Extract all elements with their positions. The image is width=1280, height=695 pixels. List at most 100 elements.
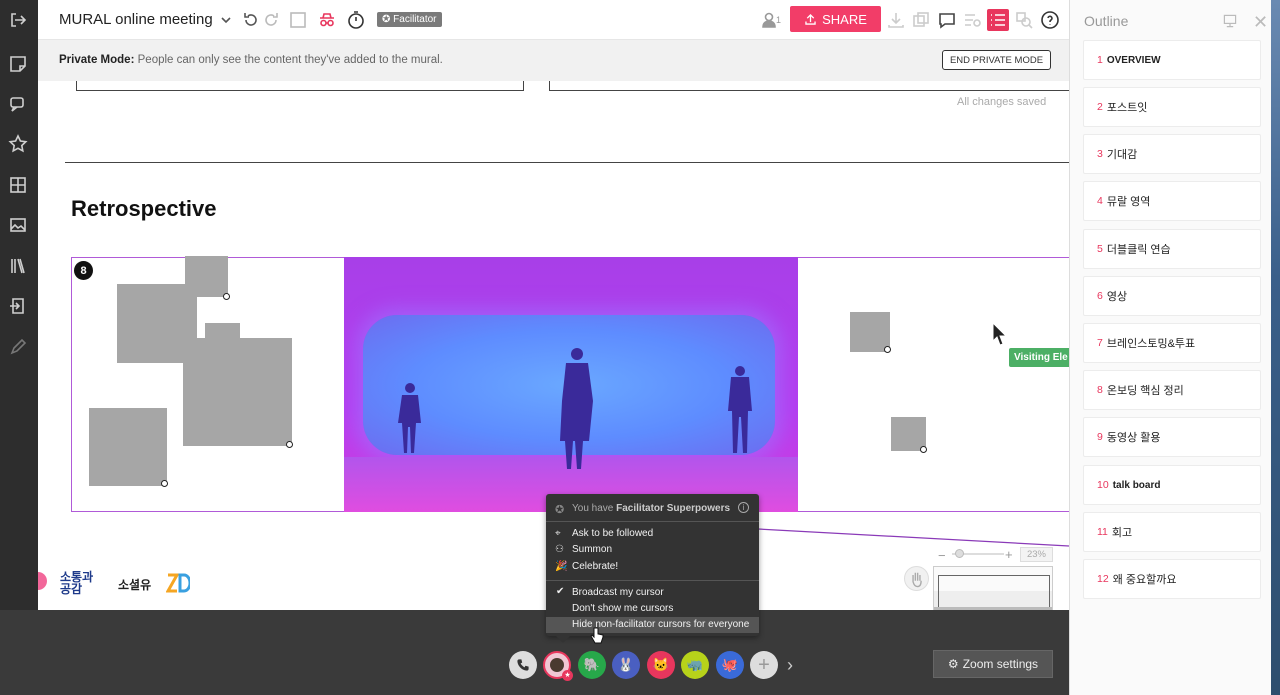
participant-octopus-avatar[interactable]: 🐙 bbox=[716, 651, 744, 679]
silhouettes bbox=[398, 348, 752, 469]
outline-item[interactable]: 8 온보딩 핵심 정리 bbox=[1083, 370, 1261, 410]
resize-handle[interactable] bbox=[286, 441, 293, 448]
resize-handle[interactable] bbox=[223, 293, 230, 300]
follow-icon: ⌖ bbox=[555, 528, 561, 539]
undo-icon[interactable] bbox=[240, 9, 262, 31]
sticky-note-icon[interactable] bbox=[6, 52, 30, 76]
hand-icon bbox=[912, 572, 922, 588]
resize-handle[interactable] bbox=[920, 446, 927, 453]
participant-elephant-avatar[interactable]: 🐘 bbox=[578, 651, 606, 679]
menu-item-broadcast-cursor[interactable]: Broadcast my cursor bbox=[572, 587, 664, 598]
zoom-out-button[interactable]: − bbox=[938, 548, 946, 563]
participant-count: 1 bbox=[776, 15, 782, 25]
outline-item[interactable]: 6 영상 bbox=[1083, 276, 1261, 316]
upload-icon bbox=[805, 13, 816, 25]
outline-item-label: 왜 중요할까요 bbox=[1112, 574, 1177, 586]
participant-rabbit-avatar[interactable]: 🐰 bbox=[612, 651, 640, 679]
outline-toggle-icon[interactable] bbox=[287, 9, 309, 31]
redo-icon[interactable] bbox=[260, 9, 282, 31]
outline-item-number: 3 bbox=[1097, 148, 1103, 160]
outline-item-number: 11 bbox=[1097, 526, 1108, 538]
star-icon[interactable] bbox=[6, 132, 30, 156]
gray-placeholder[interactable] bbox=[850, 312, 890, 352]
pen-icon[interactable] bbox=[6, 335, 30, 359]
participant-rhino-avatar[interactable]: 🦏 bbox=[681, 651, 709, 679]
logo-sotong-text: 소통과 공감 bbox=[60, 570, 94, 596]
outline-item[interactable]: 9 동영상 활용 bbox=[1083, 417, 1261, 457]
header-prefix: You have bbox=[572, 503, 617, 514]
outline-item-number: 7 bbox=[1097, 337, 1103, 349]
outline-item-label: 더블클릭 연습 bbox=[1106, 244, 1171, 256]
popup-arrow bbox=[556, 636, 570, 643]
gear-icon: ⚙ bbox=[947, 657, 959, 671]
avatar-face bbox=[550, 658, 564, 672]
call-button[interactable] bbox=[509, 651, 537, 679]
save-status: All changes saved bbox=[957, 96, 1047, 108]
timer-icon[interactable] bbox=[345, 9, 367, 31]
facilitator-menu: ✪ You have Facilitator Superpowers i ⌖ A… bbox=[546, 494, 759, 636]
outline-list-icon[interactable] bbox=[987, 9, 1009, 31]
board-title[interactable]: MURAL online meeting bbox=[59, 11, 213, 28]
outline-item-label: 동영상 활용 bbox=[1106, 432, 1161, 444]
duplicate-icon[interactable] bbox=[910, 9, 932, 31]
add-participant-button[interactable]: + bbox=[750, 651, 778, 679]
outline-item-number: 6 bbox=[1097, 290, 1103, 302]
zoom-settings-button[interactable]: ⚙ Zoom settings bbox=[933, 650, 1053, 678]
outline-item[interactable]: 2 포스트잇 bbox=[1083, 87, 1261, 127]
shapes-icon[interactable] bbox=[6, 92, 30, 116]
zoom-slider-thumb[interactable] bbox=[955, 549, 964, 558]
section-title: Retrospective bbox=[71, 196, 217, 221]
outline-item[interactable]: 7 브레인스토밍&투표 bbox=[1083, 323, 1261, 363]
chevron-down-icon[interactable] bbox=[215, 9, 237, 31]
outline-item[interactable]: 3 기대감 bbox=[1083, 134, 1261, 174]
comment-icon[interactable] bbox=[936, 9, 958, 31]
gray-placeholder[interactable] bbox=[185, 256, 228, 297]
close-icon[interactable]: ✕ bbox=[1253, 12, 1268, 33]
connector-line bbox=[758, 528, 1069, 547]
share-button[interactable]: SHARE bbox=[790, 6, 881, 32]
chevron-right-icon[interactable]: › bbox=[787, 655, 793, 676]
menu-divider bbox=[546, 580, 759, 581]
participant-cat-avatar[interactable]: 🐱 bbox=[647, 651, 675, 679]
download-icon[interactable] bbox=[885, 9, 907, 31]
resize-handle[interactable] bbox=[161, 480, 168, 487]
outline-item[interactable]: 12 왜 중요할까요 bbox=[1083, 559, 1261, 599]
present-icon[interactable] bbox=[1222, 13, 1238, 34]
celebrate-icon: 🎉 bbox=[555, 561, 568, 572]
gray-placeholder[interactable] bbox=[183, 338, 292, 446]
image-icon[interactable] bbox=[6, 213, 30, 237]
hand-tool-button[interactable] bbox=[904, 566, 929, 591]
outline-item[interactable]: 5 더블클릭 연습 bbox=[1083, 229, 1261, 269]
menu-item-summon[interactable]: Summon bbox=[572, 544, 612, 555]
import-icon[interactable] bbox=[6, 294, 30, 318]
end-private-mode-button[interactable]: END PRIVATE MODE bbox=[942, 50, 1051, 70]
outline-item[interactable]: 11 회고 bbox=[1083, 512, 1261, 552]
gray-placeholder[interactable] bbox=[89, 408, 167, 486]
outline-item[interactable]: 10 talk board bbox=[1083, 465, 1261, 505]
outline-item-label: 온보딩 핵심 정리 bbox=[1106, 385, 1184, 397]
frameworks-icon[interactable] bbox=[6, 173, 30, 197]
exit-icon[interactable] bbox=[6, 8, 30, 32]
outline-item-number: 4 bbox=[1097, 195, 1103, 207]
zoom-in-button[interactable]: + bbox=[1005, 547, 1013, 562]
menu-item-ask-follow[interactable]: Ask to be followed bbox=[572, 528, 653, 539]
info-icon[interactable]: i bbox=[738, 502, 749, 513]
help-icon[interactable] bbox=[1039, 9, 1061, 31]
resize-handle[interactable] bbox=[884, 346, 891, 353]
share-label: SHARE bbox=[822, 11, 867, 27]
menu-item-celebrate[interactable]: Celebrate! bbox=[572, 561, 618, 572]
facilitator-menu-header: You have Facilitator Superpowers bbox=[572, 503, 730, 514]
menu-item-dont-show-cursors[interactable]: Don't show me cursors bbox=[572, 603, 673, 614]
exhibit-image[interactable] bbox=[344, 257, 798, 512]
private-mode-message: People can only see the content they've … bbox=[137, 54, 443, 66]
search-icon[interactable] bbox=[1013, 9, 1035, 31]
outline-item-number: 10 bbox=[1097, 479, 1109, 491]
activity-icon[interactable] bbox=[961, 9, 983, 31]
private-mode-icon[interactable] bbox=[316, 9, 338, 31]
library-icon[interactable] bbox=[6, 254, 30, 278]
area-number-badge: 8 bbox=[74, 261, 93, 280]
rabbit-icon: 🐰 bbox=[617, 657, 635, 672]
outline-item[interactable]: 4 뮤랄 영역 bbox=[1083, 181, 1261, 221]
zoom-value[interactable]: 23% bbox=[1020, 547, 1053, 562]
outline-item[interactable]: 1 OVERVIEW bbox=[1083, 40, 1261, 80]
